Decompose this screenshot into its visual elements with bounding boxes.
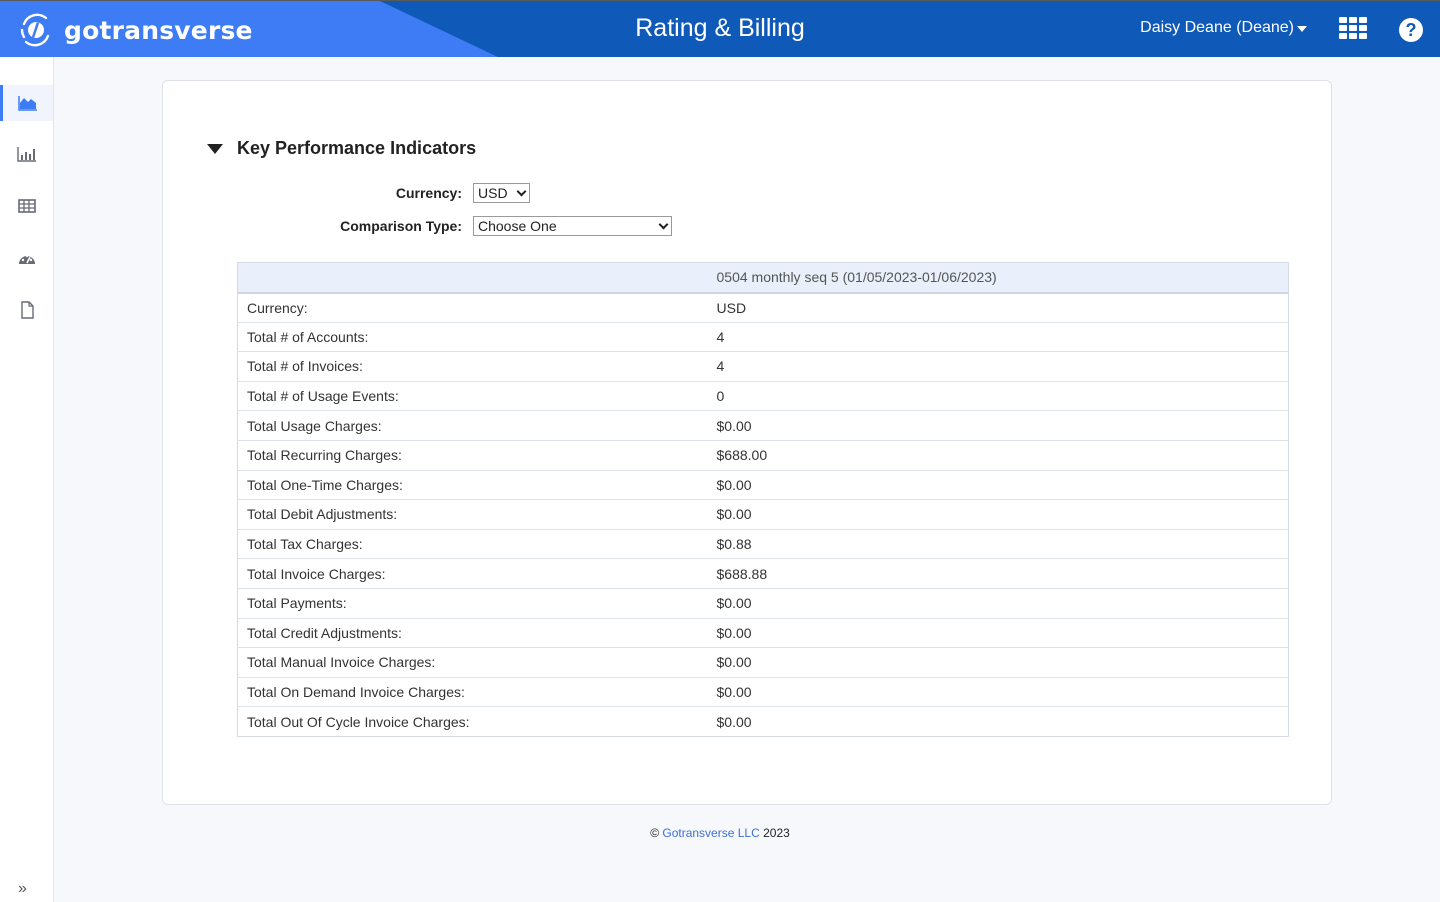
table-row: Total Payments: $0.00	[237, 587, 1289, 619]
caret-down-icon	[1297, 26, 1307, 32]
table-row: Total Tax Charges: $0.88	[237, 528, 1289, 559]
row-value: 4	[706, 351, 1289, 382]
row-label: Total On Demand Invoice Charges:	[237, 676, 707, 707]
row-value: $0.00	[706, 410, 1289, 441]
company-link[interactable]: Gotransverse LLC	[662, 826, 759, 840]
top-header: gotransverse Rating & Billing Daisy Dean…	[0, 0, 1440, 57]
row-value: $0.00	[706, 469, 1289, 500]
copyright-symbol: ©	[650, 826, 660, 840]
user-menu[interactable]: Daisy Deane (Deane)	[1140, 19, 1307, 37]
sidebar: »	[0, 57, 54, 902]
row-value: $0.00	[706, 676, 1289, 707]
area-chart-icon	[18, 96, 37, 111]
currency-select-value: USD	[478, 185, 508, 201]
chevron-down-icon	[658, 219, 669, 229]
row-label: Total Usage Charges:	[237, 410, 707, 441]
row-label: Total # of Invoices:	[237, 351, 707, 382]
copyright-year: 2023	[763, 826, 790, 840]
chevron-down-icon	[516, 186, 527, 196]
table-row: Total Manual Invoice Charges: $0.00	[237, 647, 1289, 678]
row-value: $688.88	[706, 558, 1289, 589]
kpi-card: Key Performance Indicators Currency: USD…	[162, 80, 1332, 805]
row-value: USD	[706, 292, 1289, 323]
row-label: Currency:	[237, 292, 707, 323]
table-row: Total # of Accounts: 4	[237, 321, 1289, 352]
row-label: Total # of Accounts:	[237, 321, 707, 352]
table-row: Total Invoice Charges: $688.88	[237, 558, 1289, 589]
row-value: $0.00	[706, 587, 1289, 619]
table-icon	[17, 199, 36, 213]
table-row: Currency: USD	[237, 292, 1289, 323]
comparison-select-value: Choose One	[478, 218, 557, 234]
row-label: Total Credit Adjustments:	[237, 617, 707, 648]
row-label: Total Tax Charges:	[237, 528, 707, 559]
logo-text: gotransverse	[64, 15, 253, 45]
row-label: Total # of Usage Events:	[237, 380, 707, 411]
table-row: Total Debit Adjustments: $0.00	[237, 499, 1289, 530]
help-icon[interactable]: ?	[1399, 18, 1423, 42]
document-icon	[20, 301, 34, 319]
row-value: $0.00	[706, 499, 1289, 530]
table-row: Total # of Usage Events: 0	[237, 380, 1289, 411]
comparison-type-select[interactable]: Choose One	[473, 216, 672, 236]
logo[interactable]: gotransverse	[18, 12, 253, 48]
row-value: $0.00	[706, 706, 1289, 737]
kpi-section-toggle[interactable]: Key Performance Indicators	[207, 138, 476, 159]
sidebar-item-reports[interactable]	[0, 136, 53, 172]
row-label: Total Invoice Charges:	[237, 558, 707, 589]
comparison-row: Comparison Type: Choose One	[163, 216, 672, 236]
table-row: Total # of Invoices: 4	[237, 351, 1289, 382]
table-row: Total One-Time Charges: $0.00	[237, 469, 1289, 500]
sidebar-item-dashboard[interactable]	[0, 241, 53, 277]
table-header-row: 0504 monthly seq 5 (01/05/2023-01/06/202…	[237, 262, 1289, 294]
comparison-label: Comparison Type:	[340, 218, 462, 234]
row-value: $0.00	[706, 647, 1289, 678]
gotransverse-logo-icon	[20, 13, 50, 47]
row-value: 0	[706, 380, 1289, 411]
row-label: Total Debit Adjustments:	[237, 499, 707, 530]
bar-chart-icon	[16, 147, 36, 162]
table-row: Total Recurring Charges: $688.00	[237, 439, 1289, 471]
table-row: Total Usage Charges: $0.00	[237, 410, 1289, 441]
header-blank-cell	[237, 262, 707, 294]
currency-select[interactable]: USD	[473, 183, 530, 203]
row-value: $688.00	[706, 439, 1289, 471]
dashboard-gauge-icon	[18, 254, 35, 264]
double-chevron-right-icon[interactable]: »	[18, 880, 27, 898]
row-value: $0.88	[706, 528, 1289, 559]
row-label: Total One-Time Charges:	[237, 469, 707, 500]
apps-grid-icon[interactable]	[1339, 17, 1367, 41]
section-title: Key Performance Indicators	[237, 138, 477, 158]
currency-row: Currency: USD	[163, 183, 530, 203]
user-name: Daisy Deane (Deane)	[1140, 19, 1294, 36]
row-label: Total Recurring Charges:	[237, 439, 707, 471]
kpi-table-body: Currency: USD Total # of Accounts: 4 Total #…	[237, 292, 1289, 737]
table-row: Total On Demand Invoice Charges: $0.00	[237, 676, 1289, 707]
row-label: Total Manual Invoice Charges:	[237, 647, 707, 678]
period-column-header: 0504 monthly seq 5 (01/05/2023-01/06/202…	[706, 262, 1289, 294]
row-value: $0.00	[706, 617, 1289, 648]
row-label: Total Out Of Cycle Invoice Charges:	[237, 706, 707, 737]
currency-label: Currency:	[395, 185, 462, 201]
kpi-table: 0504 monthly seq 5 (01/05/2023-01/06/202…	[237, 262, 1289, 737]
table-row: Total Out Of Cycle Invoice Charges: $0.00	[237, 706, 1289, 737]
table-row: Total Credit Adjustments: $0.00	[237, 617, 1289, 648]
footer: © Gotransverse LLC 2023	[0, 826, 1440, 840]
sidebar-item-tables[interactable]	[0, 188, 53, 224]
row-label: Total Payments:	[237, 587, 707, 619]
collapse-triangle-icon	[207, 143, 223, 154]
sidebar-item-analytics[interactable]	[0, 85, 53, 121]
row-value: 4	[706, 321, 1289, 352]
sidebar-item-documents[interactable]	[0, 292, 53, 328]
